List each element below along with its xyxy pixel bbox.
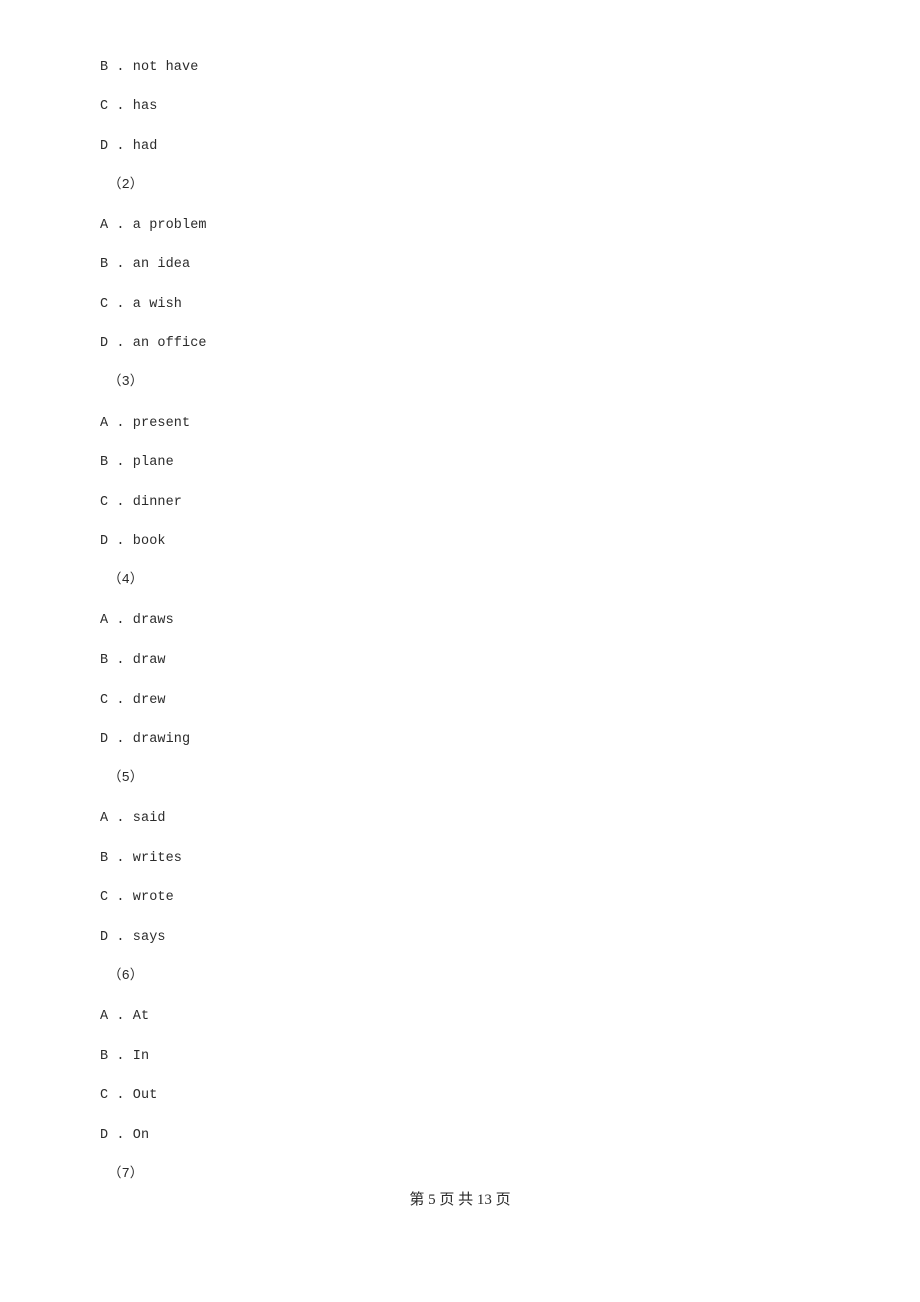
answer-option: C . Out (100, 1088, 158, 1103)
answer-option: B . not have (100, 60, 199, 75)
document-page: B . not have C . has D . had （2） A . a probl… (0, 0, 920, 1302)
answer-option: A . draws (100, 613, 174, 628)
question-number: （2） (108, 178, 144, 193)
answer-option: A . present (100, 416, 191, 431)
answer-option: C . wrote (100, 890, 174, 905)
answer-option: D . had (100, 139, 158, 154)
question-number: （7） (108, 1167, 144, 1182)
answer-option: B . In (100, 1049, 150, 1064)
answer-option: D . says (100, 930, 166, 945)
question-number: （6） (108, 969, 144, 984)
question-number: （4） (108, 573, 144, 588)
question-number: （3） (108, 375, 144, 390)
page-footer: 第 5 页 共 13 页 (409, 1192, 511, 1208)
answer-option: C . dinner (100, 495, 183, 510)
answer-option: C . drew (100, 693, 166, 708)
answer-option: D . book (100, 534, 166, 549)
answer-option: C . a wish (100, 297, 183, 312)
answer-option: D . an office (100, 336, 207, 351)
answer-option: D . drawing (100, 732, 191, 747)
question-number: （5） (108, 771, 144, 786)
answer-option: B . an idea (100, 257, 191, 272)
answer-option: A . At (100, 1009, 150, 1024)
answer-option: B . plane (100, 455, 174, 470)
answer-option: B . draw (100, 653, 166, 668)
answer-option: D . On (100, 1128, 150, 1143)
answer-option: B . writes (100, 851, 183, 866)
answer-option: A . said (100, 811, 166, 826)
answer-option: C . has (100, 99, 158, 114)
answer-option: A . a problem (100, 218, 207, 233)
